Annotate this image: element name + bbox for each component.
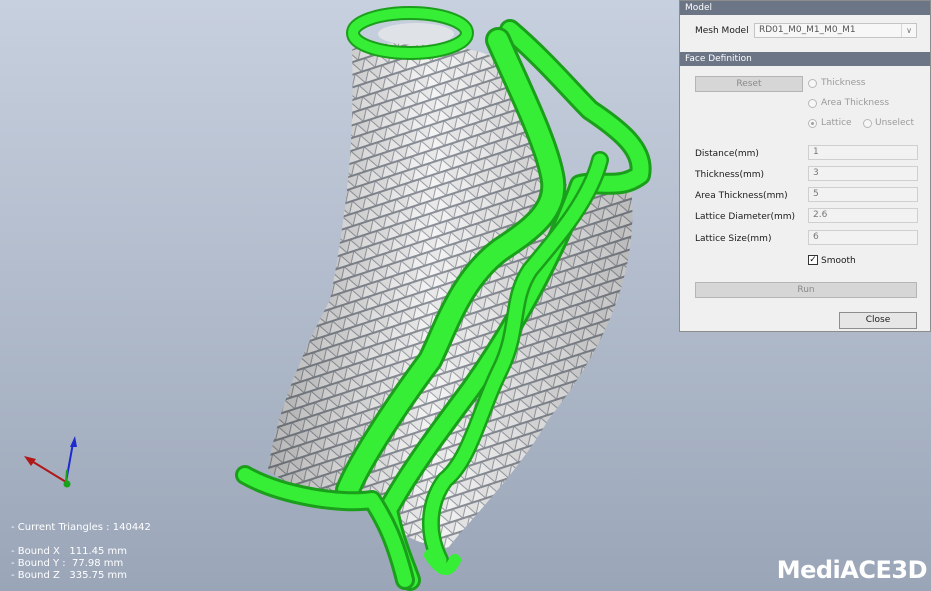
z-axis-arrow xyxy=(70,436,77,447)
area-thickness-radio[interactable] xyxy=(808,99,817,108)
area-thickness-input[interactable]: 5 xyxy=(808,187,918,202)
unselect-radio-label: Unselect xyxy=(875,118,915,128)
bound-z-stat: - Bound Z 335.75 mm xyxy=(11,570,128,581)
bound-x-stat: - Bound X 111.45 mm xyxy=(11,546,128,557)
x-axis-arrow xyxy=(24,456,36,466)
thickness-input[interactable]: 3 xyxy=(808,166,918,181)
unselect-radio[interactable] xyxy=(863,119,872,128)
thickness-label: Thickness(mm) xyxy=(695,170,765,180)
smooth-label: Smooth xyxy=(821,256,856,266)
current-triangles-stat: - Current Triangles : 140442 xyxy=(11,522,151,533)
y-axis-dot xyxy=(63,480,71,488)
x-axis-line xyxy=(29,459,67,483)
chevron-down-icon[interactable]: ∨ xyxy=(901,24,916,37)
area-thickness-label: Area Thickness(mm) xyxy=(695,191,788,201)
brand-logo: MediACE3D xyxy=(776,556,928,584)
run-button[interactable]: Run xyxy=(695,282,917,298)
axis-gizmo xyxy=(24,436,77,488)
smooth-checkbox[interactable]: ✓ xyxy=(808,255,818,265)
mesh-model-label: Mesh Model xyxy=(695,26,749,36)
model-section-header: Model xyxy=(680,1,930,15)
lattice-radio-label: Lattice xyxy=(821,118,852,128)
mesh-model-value: RD01_M0_M1_M0_M1 xyxy=(759,25,856,35)
y-axis-line xyxy=(65,469,68,483)
lattice-size-input[interactable]: 6 xyxy=(808,230,918,245)
settings-panel: Model Mesh Model RD01_M0_M1_M0_M1 ∨ Face… xyxy=(679,0,931,332)
distance-label: Distance(mm) xyxy=(695,149,759,159)
lattice-radio[interactable] xyxy=(808,119,817,128)
lattice-size-label: Lattice Size(mm) xyxy=(695,234,772,244)
reset-button[interactable]: Reset xyxy=(695,76,803,92)
thickness-radio-label: Thickness xyxy=(821,78,866,88)
lattice-diameter-input[interactable]: 2.6 xyxy=(808,208,918,223)
bound-y-stat: - Bound Y : 77.98 mm xyxy=(11,558,124,569)
lattice-diameter-label: Lattice Diameter(mm) xyxy=(695,212,796,222)
close-button[interactable]: Close xyxy=(839,312,917,329)
distance-input[interactable]: 1 xyxy=(808,145,918,160)
thickness-radio[interactable] xyxy=(808,79,817,88)
area-thickness-radio-label: Area Thickness xyxy=(821,98,890,108)
face-definition-section-header: Face Definition xyxy=(680,52,930,66)
mesh-model-select[interactable]: RD01_M0_M1_M0_M1 ∨ xyxy=(754,23,917,38)
